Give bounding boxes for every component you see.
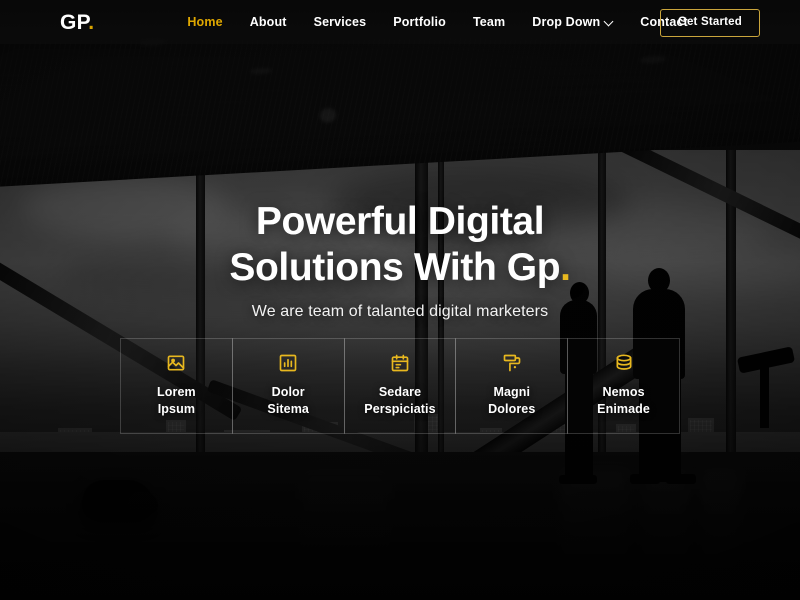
nav-item-portfolio[interactable]: Portfolio	[393, 15, 446, 29]
nav-item-team[interactable]: Team	[473, 15, 505, 29]
feature-card-title: Lorem Ipsum	[157, 384, 196, 417]
feature-card-line1: Sedare	[378, 385, 422, 399]
logo-text: GP	[60, 10, 89, 34]
image-icon	[166, 353, 186, 373]
feature-card-dolor-sitema[interactable]: Dolor Sitema	[231, 338, 345, 434]
paint-roller-icon	[502, 353, 522, 373]
feature-card-list: Lorem Ipsum Dolor Sitema Sedare Perspici…	[120, 338, 680, 434]
get-started-button[interactable]: Get Started	[659, 9, 760, 37]
feature-card-title: Sedare Perspiciatis	[364, 384, 435, 417]
chevron-down-icon	[605, 17, 613, 25]
nav-item-drop-down[interactable]: Drop Down	[532, 15, 613, 29]
main-navigation: Home About Services Portfolio Team Drop …	[187, 15, 688, 29]
feature-card-line1: Dolor	[271, 385, 305, 399]
feature-card-line1: Nemos	[602, 385, 645, 399]
feature-card-sedare-perspiciatis[interactable]: Sedare Perspiciatis	[343, 338, 457, 434]
feature-card-line2: Perspiciatis	[364, 401, 436, 416]
logo-dot: .	[88, 10, 95, 34]
hero-background-photo	[0, 0, 800, 600]
feature-card-line2: Dolores	[488, 401, 536, 416]
feature-card-line2: Ipsum	[157, 401, 196, 416]
feature-card-line2: Enimade	[597, 401, 650, 416]
database-icon	[614, 353, 634, 373]
nav-item-home[interactable]: Home	[187, 15, 222, 29]
feature-card-title: Magni Dolores	[488, 384, 535, 417]
nav-item-about[interactable]: About	[250, 15, 287, 29]
bar-chart-icon	[278, 353, 298, 373]
feature-card-nemos-enimade[interactable]: Nemos Enimade	[567, 338, 680, 434]
feature-card-magni-dolores[interactable]: Magni Dolores	[455, 338, 569, 434]
nav-item-drop-down-label: Drop Down	[532, 15, 601, 29]
photo-dark-overlay	[0, 0, 800, 600]
feature-card-title: Dolor Sitema	[267, 384, 309, 417]
feature-card-title: Nemos Enimade	[597, 384, 650, 417]
landing-page: GP. Home About Services Portfolio Team D…	[0, 0, 800, 600]
nav-item-services[interactable]: Services	[314, 15, 367, 29]
feature-card-line1: Magni	[493, 385, 531, 399]
site-header: GP. Home About Services Portfolio Team D…	[0, 0, 800, 44]
feature-card-line1: Lorem	[157, 385, 196, 399]
calendar-icon	[390, 353, 410, 373]
feature-card-line2: Sitema	[267, 401, 309, 416]
logo[interactable]: GP.	[60, 12, 94, 33]
feature-card-lorem-ipsum[interactable]: Lorem Ipsum	[120, 338, 233, 434]
